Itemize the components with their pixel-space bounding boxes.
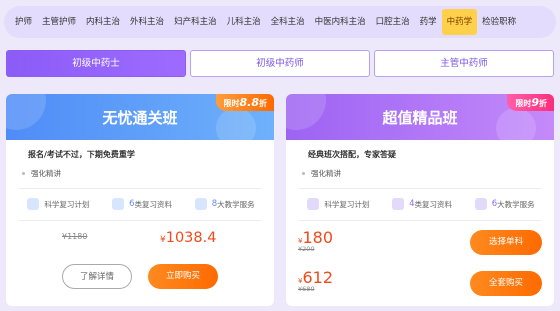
video-icon [392,198,405,210]
card-title: 超值精品班 [382,108,458,127]
service-label: 科学复习计划 [324,199,370,209]
heart-icon [474,198,487,210]
feature-item: 强化精讲 [302,168,341,179]
header-decoration [216,108,256,148]
subject-nav: 护师 主管护师 内科主治 外科主治 妇产科主治 儿科主治 全科主治 中医内科主治… [4,6,556,38]
bullet-icon [22,172,25,175]
nav-item-yaoxue[interactable]: 药学 [415,9,442,35]
level-tabs: 初级中药士 初级中药师 主管中药师 [6,50,554,77]
course-card-wuyou: 无忧通关班 限时8.8折 报名/考试不过，下期免费重学 强化精讲 科学复习计划 … [6,94,274,306]
header-decoration [496,108,536,148]
buy-now-button[interactable]: 立即购买 [148,264,218,289]
bullet-icon [302,172,305,175]
badge-prefix: 限时 [515,99,532,108]
service-label: 类复习资料 [414,199,453,209]
nav-item-waike[interactable]: 外科主治 [125,9,169,35]
nav-item-zhuguan-hushi[interactable]: 主管护师 [37,9,81,35]
nav-item-jianyan[interactable]: 检验职称 [477,9,521,35]
course-card-chaozhi: 超值精品班 限时9折 经典班次搭配，专家答疑 强化精讲 科学复习计划 4 类复习资… [286,94,554,306]
heart-icon [194,198,207,210]
header-decoration [286,94,326,130]
service-label: 大教学服务 [497,199,535,209]
nav-item-fuchan[interactable]: 妇产科主治 [169,9,222,35]
feature-item: 强化精讲 [22,168,61,179]
old-price-text: ¥1180 [62,232,88,241]
select-subject-button[interactable]: 选择单科 [470,230,542,255]
nav-item-quanke[interactable]: 全科主治 [266,9,310,35]
learn-more-button[interactable]: 了解详情 [62,264,132,289]
nav-item-erke[interactable]: 儿科主治 [222,9,266,35]
service-teaching: 6 大教学服务 [474,198,535,210]
service-label: 大教学服务 [217,199,255,209]
price-value: 1038.4 [165,230,217,246]
nav-item-zhongyi-neike[interactable]: 中医内科主治 [310,9,371,35]
video-icon [112,198,125,210]
service-teaching: 8 大教学服务 [194,198,255,210]
header-decoration [6,94,46,130]
buy-full-set-button[interactable]: 全套购买 [470,271,542,296]
tab-chuji-zhongyaoshi[interactable]: 初级中药士 [6,50,186,77]
old-price: ¥1180 [62,232,87,241]
feature-label: 强化精讲 [31,169,61,178]
tab-chuji-zhongyaoshi-2[interactable]: 初级中药师 [190,50,370,77]
single-subject-price: ¥180 ¥200 [298,228,333,253]
service-materials: 4 类复习资料 [392,198,452,210]
divider [298,220,542,221]
full-set-price: ¥612 ¥680 [298,268,333,293]
badge-suffix: 折 [259,99,267,108]
discount-badge: 限时8.8折 [215,94,274,111]
badge-suffix: 折 [539,99,547,108]
current-price: ¥1038.4 [160,230,216,246]
discount-badge: 限时9折 [507,94,554,111]
nav-item-kouqiang[interactable]: 口腔主治 [371,9,415,35]
divider [18,188,262,189]
card-title: 无忧通关班 [102,108,178,127]
badge-value: 9 [531,96,539,109]
service-list: 科学复习计划 6 类复习资料 8 大教学服务 [16,198,266,210]
service-label: 科学复习计划 [44,199,90,209]
service-label: 类复习资料 [134,199,173,209]
card-header: 超值精品班 限时9折 [286,94,554,148]
divider [18,220,262,221]
card-header: 无忧通关班 限时8.8折 [6,94,274,148]
nav-item-zhongyaoxue[interactable]: 中药学 [441,9,478,35]
tab-zhuguan-zhongyaoshi[interactable]: 主管中药师 [374,50,554,77]
feature-label: 强化精讲 [311,169,341,178]
service-materials: 6 类复习资料 [112,198,172,210]
card-subtitle: 报名/考试不过，下期免费重学 [28,150,135,159]
service-plan: 科学复习计划 [307,198,369,210]
badge-value: 8.8 [239,96,260,109]
book-icon [27,198,40,210]
badge-prefix: 限时 [223,99,240,108]
book-icon [307,198,320,210]
divider [298,188,542,189]
service-plan: 科学复习计划 [27,198,89,210]
card-subtitle: 经典班次搭配，专家答疑 [308,150,396,159]
nav-item-hushi[interactable]: 护师 [10,9,37,35]
nav-item-neike[interactable]: 内科主治 [81,9,125,35]
service-list: 科学复习计划 4 类复习资料 6 大教学服务 [296,198,546,210]
